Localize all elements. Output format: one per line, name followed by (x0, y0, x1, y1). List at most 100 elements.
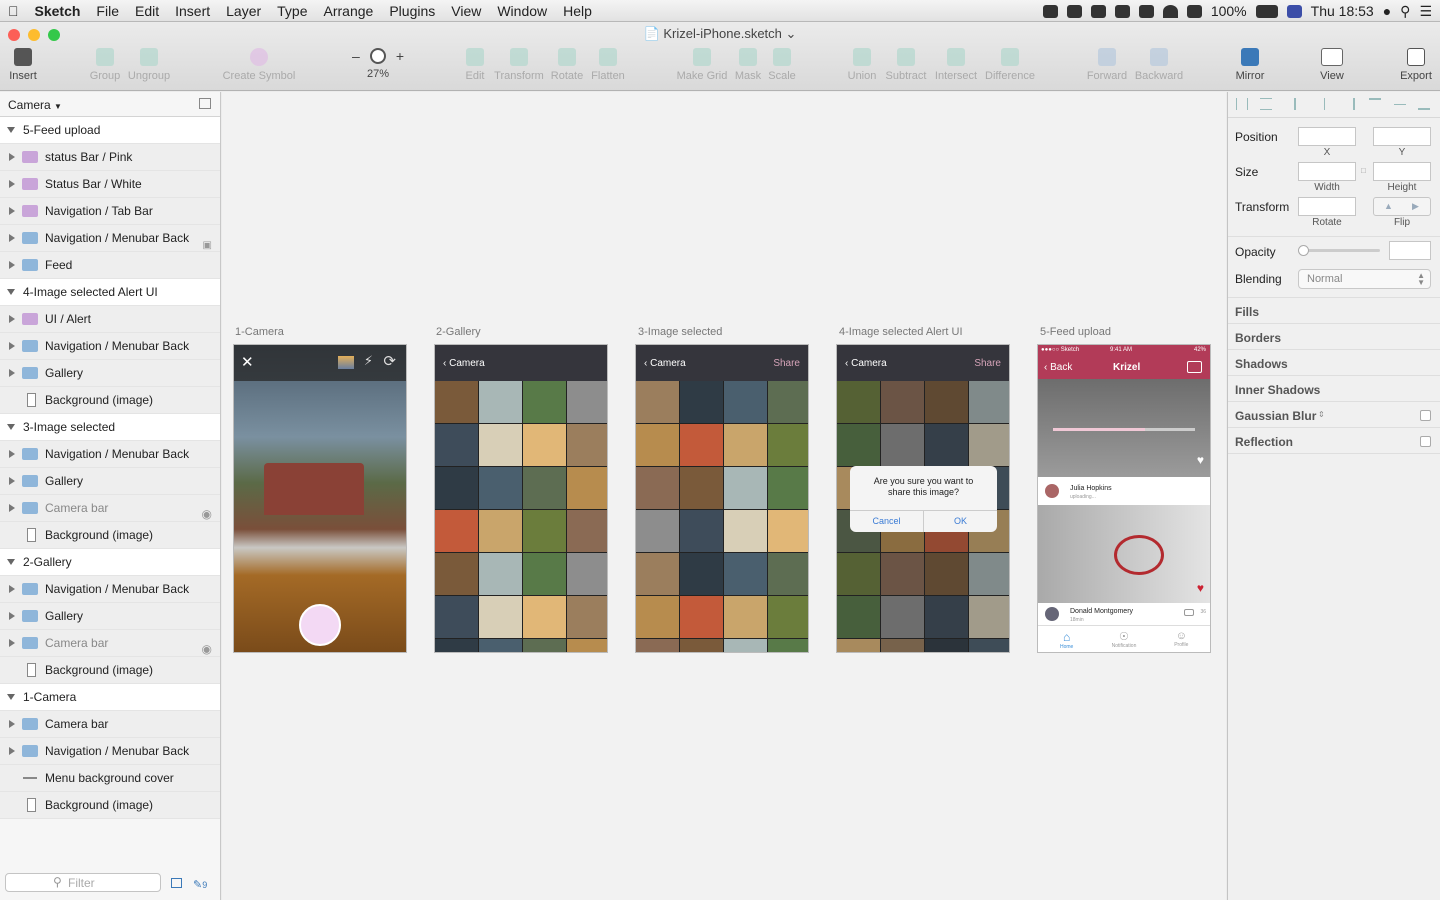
tab-home[interactable]: ⌂ Home (1038, 626, 1095, 652)
gallery-thumbnail[interactable] (523, 639, 566, 652)
gallery-thumbnail[interactable] (636, 424, 679, 466)
gallery-thumbnail[interactable] (724, 510, 767, 552)
volume-icon[interactable] (1186, 4, 1202, 18)
gallery-thumbnail[interactable] (523, 553, 566, 595)
gallery-thumbnail[interactable] (435, 553, 478, 595)
gallery-thumbnail[interactable] (881, 381, 924, 423)
gallery-thumbnail[interactable] (435, 381, 478, 423)
create-symbol-button[interactable]: Create Symbol (214, 48, 304, 82)
canvas[interactable]: 1-Camera ✕ ⚡ ⟳ 2-Gallery ‹ Camera 3-Imag… (222, 92, 1226, 900)
gallery-thumbnail[interactable] (724, 596, 767, 638)
width-field[interactable] (1298, 162, 1356, 181)
flag-icon[interactable] (1286, 4, 1302, 18)
gallery-thumbnail[interactable] (768, 510, 808, 552)
layer-row[interactable]: Navigation / Menubar Back (0, 441, 220, 468)
artboard-label[interactable]: 1-Camera (235, 326, 284, 338)
distribute-horizontal-icon[interactable] (1236, 98, 1248, 110)
gallery-thumbnail[interactable] (925, 424, 968, 466)
menu-edit[interactable]: Edit (127, 3, 167, 19)
gallery-thumbnail[interactable] (680, 467, 723, 509)
mirror-button[interactable]: Mirror (1218, 48, 1282, 82)
gallery-thumbnail[interactable] (479, 596, 522, 638)
menu-plugins[interactable]: Plugins (381, 3, 443, 19)
comment-icon[interactable] (1184, 609, 1194, 616)
gallery-thumbnail[interactable] (567, 467, 607, 509)
nav-back-label[interactable]: Camera (449, 358, 485, 369)
align-center-icon[interactable] (1324, 98, 1336, 110)
artboard-label[interactable]: 4-Image selected Alert UI (839, 326, 963, 338)
gallery-thumbnail[interactable] (680, 381, 723, 423)
fills-section[interactable]: Fills (1235, 305, 1259, 319)
gallery-thumbnail[interactable] (881, 553, 924, 595)
tab-notification[interactable]: ☉ Notification (1095, 626, 1152, 652)
flash-icon[interactable]: ⚡ (364, 353, 373, 369)
layer-row[interactable]: Status Bar / White (0, 171, 220, 198)
opacity-slider-knob[interactable] (1298, 245, 1309, 256)
opacity-field[interactable] (1389, 241, 1431, 260)
disclosure-triangle-icon[interactable] (9, 585, 15, 593)
battery-icon[interactable] (1255, 4, 1278, 18)
gallery-thumbnail[interactable] (523, 424, 566, 466)
gallery-thumbnail[interactable] (523, 510, 566, 552)
view-button[interactable]: View (1300, 48, 1364, 82)
status-icon[interactable] (1066, 4, 1082, 18)
flip-horizontal-icon[interactable]: ▲ (1384, 201, 1393, 211)
capture-button[interactable] (299, 604, 341, 646)
gallery-thumbnail[interactable] (523, 381, 566, 423)
blur-type-chevron-icon[interactable]: ⇕ (1318, 410, 1325, 419)
scale-button[interactable]: Scale (750, 48, 814, 82)
ungroup-button[interactable]: Ungroup (117, 48, 181, 82)
status-icon[interactable] (1042, 4, 1058, 18)
layer-row[interactable]: Background (image) (0, 522, 220, 549)
gallery-thumbnail[interactable] (680, 424, 723, 466)
layer-row[interactable]: Navigation / Menubar Back (0, 333, 220, 360)
disclosure-triangle-icon[interactable] (9, 315, 15, 323)
gallery-thumbnail[interactable] (567, 639, 607, 652)
gallery-thumbnail[interactable] (837, 639, 880, 652)
menu-file[interactable]: File (88, 3, 127, 19)
zoom-in-button[interactable]: + (396, 48, 404, 64)
align-left-icon[interactable] (1294, 98, 1306, 110)
menu-insert[interactable]: Insert (167, 3, 218, 19)
username[interactable]: Donald Montgomery (1070, 608, 1133, 615)
gallery-thumbnail[interactable] (837, 424, 880, 466)
gallery-thumbnail[interactable] (724, 424, 767, 466)
layer-row[interactable]: Camera bar ◉ (0, 495, 220, 522)
back-button[interactable]: ‹ Back (1044, 362, 1072, 373)
artboard-label[interactable]: 5-Feed upload (1040, 326, 1111, 338)
gallery-thumbnail[interactable] (925, 381, 968, 423)
menu-arrange[interactable]: Arrange (316, 3, 382, 19)
gallery-thumbnail[interactable] (479, 467, 522, 509)
lock-ratio-icon[interactable]: □ (1361, 166, 1366, 175)
layer-row[interactable]: Navigation / Menubar Back (0, 576, 220, 603)
gallery-thumbnail[interactable] (925, 639, 968, 652)
gallery-thumbnail[interactable] (567, 424, 607, 466)
gallery-thumbnail[interactable] (837, 596, 880, 638)
gallery-thumbnail[interactable] (969, 424, 1009, 466)
disclosure-triangle-icon[interactable] (9, 720, 15, 728)
gallery-thumbnail[interactable] (768, 639, 808, 652)
gaussian-blur-section[interactable]: Gaussian Blur (1235, 409, 1316, 423)
user-icon[interactable]: ● (1383, 3, 1391, 19)
rotate-field[interactable] (1298, 197, 1356, 216)
cloud-icon[interactable] (1138, 4, 1154, 18)
artboard-layer-row[interactable]: 1-Camera (0, 684, 220, 711)
gallery-thumbnail[interactable] (523, 467, 566, 509)
gallery-thumbnail[interactable] (925, 553, 968, 595)
artboard-label[interactable]: 3-Image selected (638, 326, 722, 338)
gallery-thumbnail[interactable] (768, 596, 808, 638)
gallery-thumbnail[interactable] (435, 424, 478, 466)
disclosure-triangle-icon[interactable] (9, 180, 15, 188)
notification-center-icon[interactable]: ☰ (1419, 3, 1432, 20)
disclosure-triangle-icon[interactable] (9, 612, 15, 620)
gallery-thumbnail[interactable] (768, 467, 808, 509)
menu-type[interactable]: Type (269, 3, 315, 19)
apple-icon[interactable]:  (0, 3, 27, 19)
layer-row[interactable]: Navigation / Menubar Back (0, 738, 220, 765)
gallery-thumbnail[interactable] (567, 553, 607, 595)
nav-back-label[interactable]: Camera (851, 358, 887, 369)
alert-cancel-button[interactable]: Cancel (850, 511, 923, 532)
gallery-thumbnail[interactable] (479, 381, 522, 423)
back-chevron-icon[interactable]: ‹ (443, 358, 446, 369)
gallery-thumbnail-icon[interactable] (338, 356, 354, 369)
